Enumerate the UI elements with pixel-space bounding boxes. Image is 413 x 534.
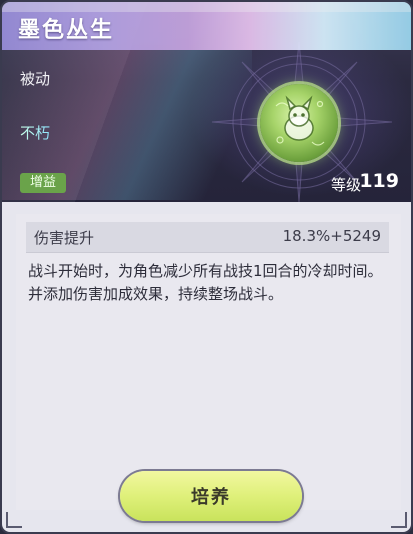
skill-info-panel: 伤害提升 18.3%+5249 战斗开始时，为角色减少所有战技1回合的冷却时间。… bbox=[16, 214, 401, 510]
skill-description: 战斗开始时，为角色减少所有战技1回合的冷却时间。并添加伤害加成效果，持续整场战斗… bbox=[28, 262, 383, 303]
corner-decoration bbox=[6, 512, 22, 528]
skill-detail-panel: 墨色丛生 被动 不朽 增益 等级 119 伤害提升 18.3%+5249 战斗开… bbox=[0, 0, 413, 534]
buff-tag-badge: 增益 bbox=[20, 173, 67, 193]
skill-name: 墨色丛生 bbox=[18, 18, 115, 43]
stat-value: 18.3%+5249 bbox=[282, 227, 381, 245]
corner-decoration bbox=[391, 512, 407, 528]
skill-type: 被动 bbox=[20, 70, 51, 88]
skill-trait: 不朽 bbox=[20, 124, 51, 142]
skill-emblem-icon bbox=[260, 84, 338, 162]
level-label: 等级 bbox=[330, 176, 361, 194]
cultivate-button[interactable]: 培养 bbox=[120, 471, 302, 521]
level-value: 119 bbox=[359, 170, 399, 192]
stat-row: 伤害提升 18.3%+5249 bbox=[26, 222, 389, 253]
stat-name: 伤害提升 bbox=[34, 229, 95, 247]
